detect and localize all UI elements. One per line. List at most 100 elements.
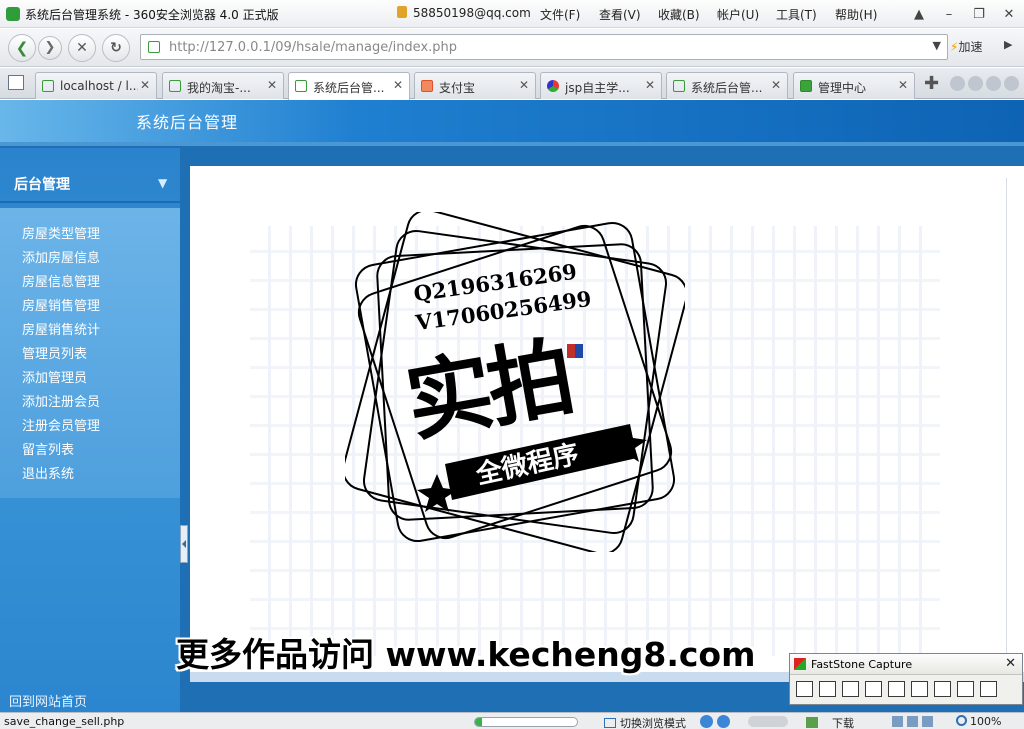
tab-scroll-left-icon[interactable] <box>950 76 965 91</box>
address-bar[interactable]: ▼ <box>140 34 948 60</box>
close-icon[interactable]: ✕ <box>771 78 781 92</box>
zoom-level: 100% <box>970 715 1002 728</box>
zoom-icon <box>956 715 967 726</box>
menu-help[interactable]: 帮助(H) <box>835 6 894 23</box>
webkit-engine-icon[interactable] <box>717 715 730 728</box>
engine-indicators <box>700 715 730 728</box>
faststone-tools <box>796 681 997 697</box>
skin-icon[interactable]: ▲ <box>904 7 934 22</box>
settings-icon[interactable] <box>980 681 997 697</box>
tab-label: 我的淘宝-... <box>187 81 251 95</box>
reload-button[interactable]: ↻ <box>102 34 130 62</box>
capture-window-icon[interactable] <box>796 681 813 697</box>
new-tab-button[interactable]: ✚ <box>924 73 939 94</box>
header-divider <box>0 142 1024 146</box>
tab-list-icon[interactable] <box>986 76 1001 91</box>
tab-localhost[interactable]: localhost / l... ✕ <box>35 72 157 99</box>
sidebar-item-admin-list[interactable]: 管理员列表 <box>22 343 100 367</box>
menu-tools[interactable]: 工具(T) <box>776 6 835 23</box>
page-header: 系统后台管理 <box>0 100 1024 146</box>
output-options-icon[interactable] <box>957 681 974 697</box>
tab-label: jsp自主学... <box>565 81 630 95</box>
chevron-right-icon[interactable]: ▶ <box>1004 38 1012 51</box>
volume-icon[interactable] <box>922 716 933 727</box>
capture-object-icon[interactable] <box>819 681 836 697</box>
load-progress-bar <box>474 717 578 727</box>
tab-scroll-controls <box>950 76 1019 91</box>
tab-label: 系统后台管... <box>691 81 763 95</box>
forward-button[interactable]: ❯ <box>38 36 62 60</box>
tab-admin-2[interactable]: 系统后台管... ✕ <box>666 72 788 99</box>
sidebar-collapse-handle[interactable] <box>180 525 188 563</box>
accelerate-button[interactable]: ⚡加速 <box>950 38 982 55</box>
close-icon[interactable]: ✕ <box>393 78 403 92</box>
tab-jsp[interactable]: jsp自主学... ✕ <box>540 72 662 99</box>
sidebar-item-sales-stats[interactable]: 房屋销售统计 <box>22 319 100 343</box>
sidebar-menu-panel: 房屋类型管理 添加房屋信息 房屋信息管理 房屋销售管理 房屋销售统计 管理员列表… <box>0 208 180 498</box>
security-icon[interactable] <box>907 716 918 727</box>
account-menu[interactable]: 58850198@qq.com <box>397 6 531 20</box>
menu-file[interactable]: 文件(F) <box>540 6 599 23</box>
home-link[interactable]: 回到网站首页 <box>9 691 87 710</box>
color-picker-icon[interactable] <box>934 681 951 697</box>
capture-freehand-icon[interactable] <box>865 681 882 697</box>
zoom-control[interactable]: 100% <box>956 715 1001 728</box>
sidebar-item-house-sales[interactable]: 房屋销售管理 <box>22 295 100 319</box>
browse-mode-toggle[interactable]: 切换浏览模式 <box>604 715 686 729</box>
faststone-capture-window: FastStone Capture ✕ <box>789 653 1023 705</box>
menu-account[interactable]: 帐户(U) <box>717 6 776 23</box>
download-button[interactable]: 下载 <box>806 715 854 729</box>
close-icon[interactable]: ✕ <box>140 78 150 92</box>
tab-scroll-right-icon[interactable] <box>968 76 983 91</box>
sidebar-item-house-info[interactable]: 房屋信息管理 <box>22 271 100 295</box>
menu-bar: 文件(F) 查看(V) 收藏(B) 帐户(U) 工具(T) 帮助(H) <box>540 6 894 23</box>
tab-label: localhost / l... <box>60 79 138 93</box>
account-email: 58850198@qq.com <box>413 6 531 20</box>
sidebar-item-add-house[interactable]: 添加房屋信息 <box>22 247 100 271</box>
sidebar-item-add-admin[interactable]: 添加管理员 <box>22 367 100 391</box>
close-icon[interactable]: ✕ <box>898 78 908 92</box>
browse-mode-label: 切换浏览模式 <box>620 717 686 729</box>
menu-favorites[interactable]: 收藏(B) <box>658 6 717 23</box>
sidebar-header[interactable]: 后台管理 ▼ <box>0 163 180 207</box>
close-tabs-icon[interactable] <box>1004 76 1019 91</box>
sidebar-item-house-type[interactable]: 房屋类型管理 <box>22 223 100 247</box>
url-input[interactable] <box>169 38 909 56</box>
close-icon[interactable]: ✕ <box>1005 656 1016 671</box>
tab-alipay[interactable]: 支付宝 ✕ <box>414 72 536 99</box>
sidebar-item-messages[interactable]: 留言列表 <box>22 439 100 463</box>
capture-fullscreen-icon[interactable] <box>888 681 905 697</box>
window-title: 系统后台管理系统 - 360安全浏览器 4.0 正式版 <box>25 8 279 22</box>
close-icon[interactable]: ✕ <box>645 78 655 92</box>
collapse-chevron-icon[interactable]: ▼ <box>158 176 167 190</box>
tab-management-center[interactable]: 管理中心 ✕ <box>793 72 915 99</box>
page-icon <box>295 80 307 92</box>
tab-label: 管理中心 <box>818 81 867 95</box>
close-icon[interactable]: ✕ <box>519 78 529 92</box>
sidebar-item-logout[interactable]: 退出系统 <box>22 463 100 487</box>
close-window-button[interactable]: ✕ <box>994 7 1024 22</box>
ie-engine-icon[interactable] <box>700 715 713 728</box>
back-button[interactable]: ❮ <box>8 34 36 62</box>
capture-rectangle-icon[interactable] <box>842 681 859 697</box>
close-icon[interactable]: ✕ <box>267 78 277 92</box>
sidebar-divider <box>0 201 180 203</box>
download-icon <box>806 717 818 728</box>
capture-scrolling-icon[interactable] <box>911 681 928 697</box>
stop-button[interactable]: ✕ <box>68 34 96 62</box>
tab-taobao[interactable]: 我的淘宝-... ✕ <box>162 72 284 99</box>
chevron-down-icon[interactable]: ▼ <box>933 39 941 52</box>
feature-toggles[interactable] <box>748 716 788 727</box>
sidebar-panel-icon[interactable] <box>8 75 24 90</box>
restore-button[interactable]: ❐ <box>964 7 994 22</box>
faststone-title: FastStone Capture <box>811 658 913 671</box>
menu-view[interactable]: 查看(V) <box>599 6 658 23</box>
sidebar-item-add-member[interactable]: 添加注册会员 <box>22 391 100 415</box>
tab-admin-active[interactable]: 系统后台管... ✕ <box>288 72 410 100</box>
minimize-button[interactable]: – <box>934 7 964 22</box>
sidebar-item-member-mgmt[interactable]: 注册会员管理 <box>22 415 100 439</box>
page-tools-icon[interactable] <box>892 716 903 727</box>
site-361-icon <box>800 80 812 92</box>
tab-label: 支付宝 <box>439 81 476 95</box>
faststone-titlebar[interactable]: FastStone Capture ✕ <box>790 654 1022 675</box>
